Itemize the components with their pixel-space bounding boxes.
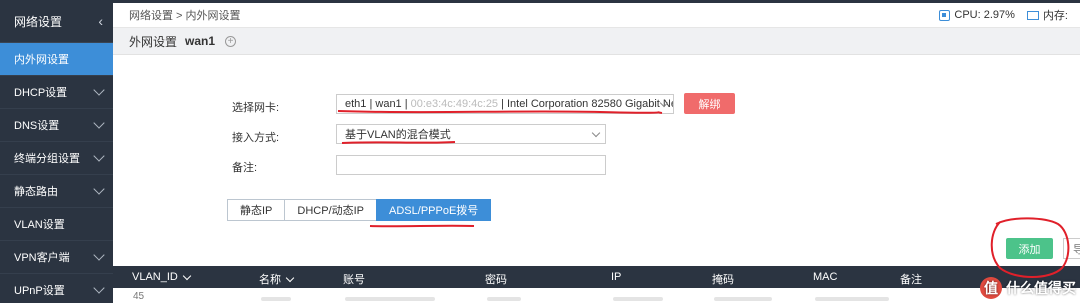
sidebar-item-label: UPnP设置: [14, 285, 65, 297]
column-vlan-id[interactable]: VLAN_ID: [132, 271, 192, 283]
watermark-logo-icon: 值: [980, 277, 1002, 299]
cell-ip-placeholder: [613, 297, 663, 301]
cpu-icon: [939, 9, 951, 21]
column-label: 备注: [900, 274, 922, 286]
access-mode-value: 基于VLAN的混合模式: [345, 129, 451, 141]
unbind-button[interactable]: 解绑: [684, 93, 735, 114]
tab-pppoe[interactable]: ADSL/PPPoE拨号: [376, 199, 492, 221]
cpu-usage: CPU: 2.97%: [954, 9, 1015, 21]
interface-name: wan1: [185, 34, 216, 48]
sidebar-item-vlan[interactable]: VLAN设置: [0, 208, 113, 241]
underline-pppoe: [369, 224, 475, 228]
export-button[interactable]: 导: [1063, 238, 1080, 259]
section-title: 外网设置: [129, 34, 178, 49]
access-mode-select[interactable]: 基于VLAN的混合模式: [336, 124, 606, 144]
sort-icon: [182, 271, 192, 280]
sidebar-item-label: DHCP设置: [14, 87, 68, 99]
column-note: 备注: [900, 271, 922, 287]
sidebar-item-vpn-client[interactable]: VPN客户端: [0, 241, 113, 274]
tab-static-ip[interactable]: 静态IP: [227, 199, 286, 221]
system-stats: CPU: 2.97% 内存:: [939, 7, 1080, 23]
column-mac: MAC: [813, 271, 837, 283]
watermark-text: 什么值得买: [1006, 280, 1076, 296]
sidebar-item-label: 终端分组设置: [14, 153, 80, 165]
column-label: MAC: [813, 271, 838, 283]
chevron-down-icon: [93, 282, 105, 294]
add-circle-icon[interactable]: +: [225, 35, 237, 47]
column-label: VLAN_ID: [132, 271, 178, 283]
cpu-stat: CPU: 2.97%: [939, 9, 1015, 21]
chevron-down-icon: [93, 150, 105, 162]
sidebar-item-terminal-group[interactable]: 终端分组设置: [0, 142, 113, 175]
cell-mask-placeholder: [714, 297, 772, 301]
sidebar-item-dhcp[interactable]: DHCP设置: [0, 76, 113, 109]
sidebar-item-dns[interactable]: DNS设置: [0, 109, 113, 142]
sidebar-item-lan-wan[interactable]: 内外网设置: [0, 43, 113, 76]
sidebar-header[interactable]: 网络设置 ‹: [0, 0, 113, 43]
section-header: 外网设置 wan1 +: [113, 28, 1080, 55]
sort-icon: [285, 273, 295, 282]
nic-select[interactable]: eth1 | wan1 | 00:e3:4c:49:4c:25 | Intel …: [336, 94, 674, 114]
sidebar-header-title: 网络设置: [14, 14, 63, 29]
chevron-down-icon: [93, 183, 105, 195]
nic-select-mac: 00:e3:4c:49:4c:25: [410, 98, 499, 110]
cell-mac-placeholder: [815, 297, 889, 301]
tab-dhcp[interactable]: DHCP/动态IP: [284, 199, 378, 221]
column-account: 账号: [343, 271, 365, 287]
sidebar-item-label: 静态路由: [14, 186, 58, 198]
sidebar-item-label: VLAN设置: [14, 219, 65, 231]
column-ip: IP: [611, 271, 621, 283]
memory-stat: 内存:: [1026, 7, 1068, 23]
sidebar: 网络设置 ‹ 内外网设置 DHCP设置 DNS设置 终端分组设置 静态路由 VL…: [0, 0, 113, 303]
column-label: 掩码: [712, 274, 734, 286]
sidebar-item-label: VPN客户端: [14, 252, 70, 264]
top-bar: 网络设置 > 内外网设置 CPU: 2.97% 内存:: [113, 0, 1080, 28]
column-password: 密码: [485, 271, 507, 287]
sidebar-item-label: DNS设置: [14, 120, 60, 132]
sidebar-item-upnp[interactable]: UPnP设置: [0, 274, 113, 303]
nic-label: 选择网卡:: [232, 102, 280, 114]
cell-password-placeholder: [487, 297, 521, 301]
access-mode-label: 接入方式:: [232, 132, 280, 144]
connection-type-tabs: 静态IP DHCP/动态IP ADSL/PPPoE拨号: [227, 199, 492, 221]
column-name[interactable]: 名称: [259, 271, 295, 287]
add-button[interactable]: 添加: [1006, 238, 1053, 259]
monitor-icon: [1026, 10, 1039, 20]
table-header: VLAN_ID 名称 账号 密码 IP 掩码 MAC 备注: [113, 266, 1080, 288]
nic-select-prefix: eth1 | wan1 |: [345, 98, 408, 110]
cell-name-placeholder: [261, 297, 291, 301]
column-label: 密码: [485, 274, 507, 286]
column-label: 账号: [343, 274, 365, 286]
chevron-down-icon: [591, 128, 601, 138]
column-label: IP: [611, 271, 622, 283]
chevron-down-icon: [93, 117, 105, 129]
chevron-left-icon[interactable]: ‹: [98, 13, 103, 29]
table-row[interactable]: 45: [113, 288, 1080, 303]
memory-usage: 内存:: [1042, 10, 1068, 22]
chevron-down-icon: [93, 84, 105, 96]
note-input[interactable]: [336, 155, 606, 175]
watermark: 值 什么值得买: [980, 277, 1076, 299]
sidebar-item-static-route[interactable]: 静态路由: [0, 175, 113, 208]
breadcrumb: 网络设置 > 内外网设置: [129, 10, 241, 22]
note-label: 备注:: [232, 162, 258, 174]
sidebar-item-label: 内外网设置: [14, 54, 69, 66]
chevron-down-icon: [93, 249, 105, 261]
cell-account-placeholder: [345, 297, 435, 301]
nic-select-suffix: | Intel Corporation 82580 Gigabit Netv: [501, 98, 674, 110]
column-label: 名称: [259, 274, 281, 286]
column-mask: 掩码: [712, 271, 734, 287]
cell-vlan-id: 45: [133, 291, 145, 302]
